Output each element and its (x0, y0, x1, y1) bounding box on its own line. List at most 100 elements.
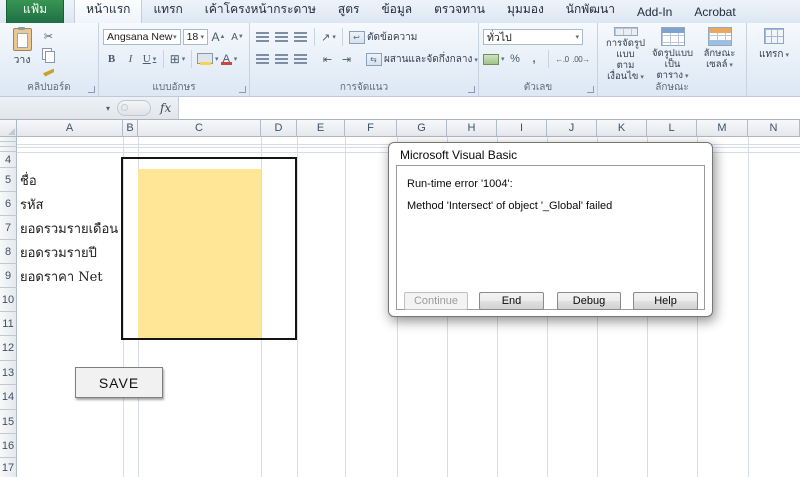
tab-review[interactable]: ตรวจทาน (423, 0, 496, 23)
row-header-17[interactable]: 17 (0, 458, 17, 477)
format-as-table-button[interactable]: จัดรูปแบบ เป็นตาราง (649, 26, 696, 83)
column-header-E[interactable]: E (297, 120, 345, 137)
column-header-H[interactable]: H (447, 120, 497, 137)
accounting-format-button[interactable] (483, 51, 505, 68)
row-header-6[interactable]: 6 (0, 192, 17, 216)
align-middle-button[interactable] (273, 29, 290, 46)
align-left-button[interactable] (254, 51, 271, 68)
continue-button[interactable]: Continue (404, 292, 468, 310)
row-header-5[interactable]: 5 (0, 168, 17, 192)
tab-file[interactable]: แฟ้ม (6, 0, 64, 23)
font-name-select[interactable]: Angsana New (103, 29, 181, 45)
tab-developer[interactable]: นักพัฒนา (555, 0, 626, 23)
number-dialog-launcher-icon[interactable] (587, 86, 594, 93)
cell-label-net-price[interactable]: ยอดราคา Net (20, 264, 103, 288)
comma-style-button[interactable]: , (526, 51, 543, 68)
borders-button[interactable]: ⊞ (169, 51, 186, 68)
tab-addin[interactable]: Add-In (626, 2, 683, 23)
number-format-select[interactable]: ทั่วไป (483, 29, 583, 45)
percent-style-button[interactable]: % (507, 51, 524, 68)
format-painter-button[interactable] (40, 64, 57, 81)
cell-label-monthly-total[interactable]: ยอดรวมรายเดือน (20, 216, 118, 240)
row-header-16[interactable]: 16 (0, 434, 17, 458)
align-top-button[interactable] (254, 29, 271, 46)
bold-button[interactable]: B (103, 51, 120, 68)
shrink-font-button[interactable]: A▼ (229, 29, 246, 46)
vba-error-dialog: Microsoft Visual Basic Run-time error '1… (388, 142, 713, 317)
column-header-F[interactable]: F (345, 120, 397, 137)
conditional-formatting-button[interactable]: การจัดรูปแบบ ตามเงื่อนไข (602, 26, 649, 83)
row-header-8[interactable]: 8 (0, 240, 17, 264)
debug-button[interactable]: Debug (557, 292, 621, 310)
tab-acrobat[interactable]: Acrobat (683, 2, 746, 23)
save-button[interactable]: SAVE (75, 367, 163, 398)
row-header-10[interactable]: 10 (0, 288, 17, 312)
row-header-7[interactable]: 7 (0, 216, 17, 240)
increase-decimal-button[interactable]: ←.0 (554, 51, 571, 68)
row-header-11[interactable]: 11 (0, 312, 17, 336)
column-header-N[interactable]: N (748, 120, 800, 137)
help-button[interactable]: Help (633, 292, 698, 310)
align-center-icon (275, 54, 288, 64)
name-box-dropdown-icon[interactable]: ▾ (106, 104, 112, 113)
column-header-I[interactable]: I (497, 120, 547, 137)
align-center-button[interactable] (273, 51, 290, 68)
decrease-decimal-button[interactable]: .00→ (573, 51, 590, 68)
ribbon-tab-bar: แฟ้ม หน้าแรก แทรก เค้าโครงหน้ากระดาษ สูต… (0, 0, 800, 23)
decrease-indent-button[interactable]: ⇤ (319, 51, 336, 68)
merge-center-button[interactable]: ผสานและจัดกึ่งกลาง (384, 52, 478, 67)
font-color-button[interactable]: A (221, 51, 238, 68)
italic-button[interactable]: I (122, 51, 139, 68)
grow-font-button[interactable]: A▲ (210, 29, 227, 46)
cell-styles-button[interactable]: ลักษณะ เซลล์ (696, 26, 743, 83)
insert-function-button[interactable]: fx (160, 101, 171, 115)
column-header-G[interactable]: G (397, 120, 447, 137)
wrap-text-button[interactable]: ตัดข้อความ (367, 30, 417, 45)
tab-formulas[interactable]: สูตร (327, 0, 371, 23)
tab-data[interactable]: ข้อมูล (370, 0, 423, 23)
cell-label-name[interactable]: ชื่อ (20, 168, 37, 192)
ribbon: วาง ✂ คลิปบอร์ด Angsana New 18 A▲ A▼ B I… (0, 23, 800, 97)
column-header-M[interactable]: M (697, 120, 748, 137)
name-box[interactable]: ▾ (0, 97, 112, 119)
orientation-button[interactable]: ↗ (320, 29, 337, 46)
row-header-14[interactable]: 14 (0, 385, 17, 410)
column-header-C[interactable]: C (138, 120, 261, 137)
cut-button[interactable]: ✂ (40, 28, 57, 45)
align-right-button[interactable] (292, 51, 309, 68)
cell-label-code[interactable]: รหัส (20, 192, 44, 216)
tab-home[interactable]: หน้าแรก (74, 0, 142, 23)
font-dialog-launcher-icon[interactable] (239, 86, 246, 93)
copy-icon (42, 48, 55, 61)
row-header-15[interactable]: 15 (0, 410, 17, 434)
column-header-L[interactable]: L (647, 120, 697, 137)
tab-page-layout[interactable]: เค้าโครงหน้ากระดาษ (194, 0, 327, 23)
wrap-text-icon: ↩ (348, 29, 365, 46)
alignment-dialog-launcher-icon[interactable] (468, 86, 475, 93)
column-header-B[interactable]: B (123, 120, 138, 137)
column-header-D[interactable]: D (261, 120, 297, 137)
row-header-13[interactable]: 13 (0, 361, 17, 385)
row-header-12[interactable]: 12 (0, 336, 17, 361)
column-header-A[interactable]: A (17, 120, 123, 137)
tab-view[interactable]: มุมมอง (496, 0, 555, 23)
align-bottom-button[interactable] (292, 29, 309, 46)
clipboard-group-label: คลิปบอร์ด (0, 80, 98, 95)
cell-label-yearly-total[interactable]: ยอดรวมรายปี (20, 240, 97, 264)
underline-button[interactable]: U (141, 51, 158, 68)
insert-cells-button[interactable]: แทรก (759, 26, 789, 62)
copy-button[interactable] (40, 46, 57, 63)
paste-button[interactable]: วาง (4, 26, 40, 81)
column-header-K[interactable]: K (597, 120, 647, 137)
row-header-4[interactable]: 4 (0, 152, 17, 168)
increase-indent-button[interactable]: ⇥ (338, 51, 355, 68)
clipboard-dialog-launcher-icon[interactable] (88, 86, 95, 93)
row-header-9[interactable]: 9 (0, 264, 17, 288)
font-size-select[interactable]: 18 (183, 29, 208, 45)
column-header-J[interactable]: J (547, 120, 597, 137)
select-all-corner[interactable] (0, 120, 17, 137)
end-button[interactable]: End (479, 292, 544, 310)
fill-color-button[interactable] (197, 51, 219, 68)
tab-insert[interactable]: แทรก (142, 0, 193, 23)
formula-input[interactable] (178, 97, 800, 119)
